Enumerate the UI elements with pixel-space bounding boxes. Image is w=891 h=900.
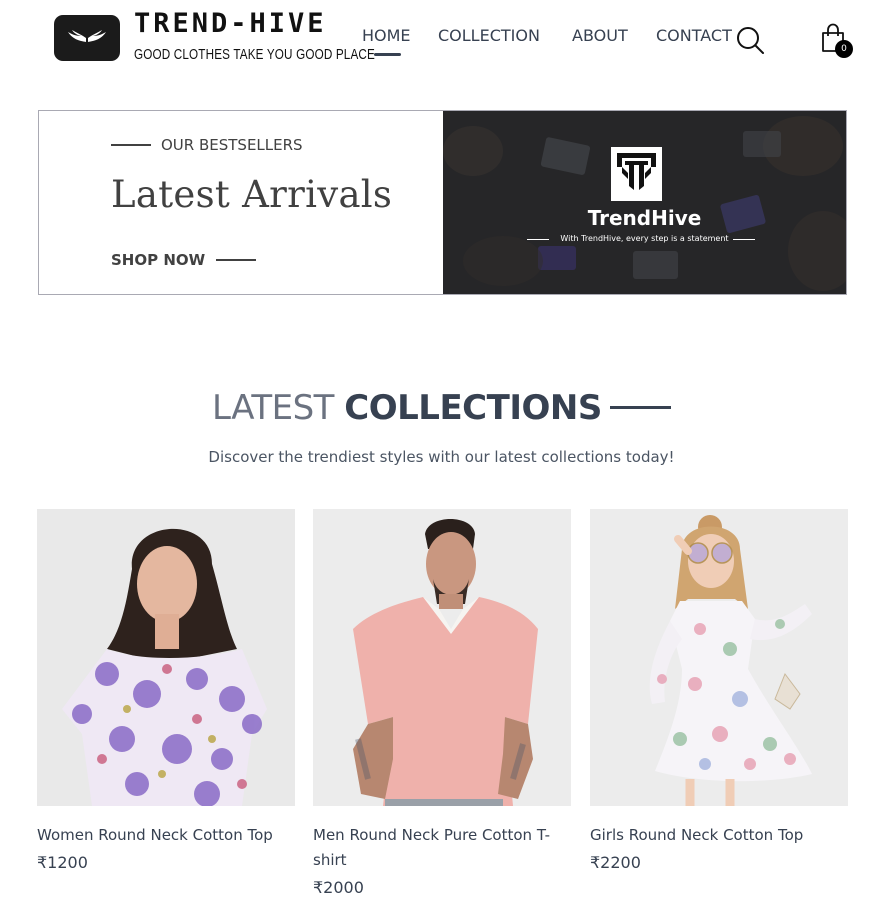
product-name[interactable]: Men Round Neck Pure Cotton T-shirt bbox=[313, 823, 571, 873]
shop-now-line bbox=[216, 259, 256, 261]
product-photo-girls-dress bbox=[590, 509, 848, 806]
product-card[interactable]: Men Round Neck Pure Cotton T-shirt ₹2000 bbox=[313, 509, 571, 897]
brand-tagline: GOOD CLOTHES TAKE YOU GOOD PLACE bbox=[134, 46, 376, 63]
product-photo-women-top bbox=[37, 509, 295, 806]
banner-tagline: With TrendHive, every step is a statemen… bbox=[560, 234, 729, 243]
nav-collection[interactable]: COLLECTION bbox=[438, 26, 540, 45]
shop-now-link[interactable]: SHOP NOW bbox=[111, 251, 205, 269]
cart-count-badge: 0 bbox=[835, 40, 853, 58]
eyebrow-line bbox=[111, 144, 151, 146]
section-title-light: LATEST bbox=[212, 388, 334, 428]
section-title: LATEST COLLECTIONS bbox=[212, 388, 602, 428]
product-image[interactable] bbox=[313, 509, 571, 806]
hero-background-photo bbox=[443, 111, 846, 294]
section-title-line bbox=[610, 406, 671, 409]
product-price: ₹2200 bbox=[590, 853, 641, 872]
product-image[interactable] bbox=[590, 509, 848, 806]
brand-name[interactable]: TREND-HIVE bbox=[134, 8, 327, 39]
wings-icon bbox=[68, 30, 106, 42]
hero-image-panel: TrendHive With TrendHive, every step is … bbox=[443, 111, 846, 294]
product-card[interactable]: Women Round Neck Cotton Top ₹1200 bbox=[37, 509, 295, 872]
product-name[interactable]: Women Round Neck Cotton Top bbox=[37, 823, 295, 848]
nav-about[interactable]: ABOUT bbox=[572, 26, 628, 45]
product-price: ₹2000 bbox=[313, 878, 364, 897]
trendhive-monogram-icon bbox=[611, 147, 662, 201]
product-name[interactable]: Girls Round Neck Cotton Top bbox=[590, 823, 848, 848]
nav-active-indicator bbox=[374, 53, 401, 56]
product-card[interactable]: Girls Round Neck Cotton Top ₹2200 bbox=[590, 509, 848, 872]
search-icon[interactable] bbox=[736, 26, 766, 60]
banner-brand: TrendHive bbox=[587, 206, 702, 230]
hero-eyebrow: OUR BESTSELLERS bbox=[161, 136, 303, 154]
nav-home[interactable]: HOME bbox=[362, 26, 411, 45]
section-subtitle: Discover the trendiest styles with our l… bbox=[208, 448, 675, 466]
section-title-bold: COLLECTIONS bbox=[344, 388, 602, 428]
banner-tag-line-right bbox=[733, 239, 755, 240]
nav-contact[interactable]: CONTACT bbox=[656, 26, 732, 45]
product-photo-men-tshirt bbox=[313, 509, 571, 806]
hero-banner: OUR BESTSELLERS Latest Arrivals SHOP NOW bbox=[38, 110, 847, 295]
product-image[interactable] bbox=[37, 509, 295, 806]
product-price: ₹1200 bbox=[37, 853, 88, 872]
logo[interactable] bbox=[54, 15, 120, 61]
hero-text-panel: OUR BESTSELLERS Latest Arrivals SHOP NOW bbox=[39, 111, 443, 294]
hero-title: Latest Arrivals bbox=[111, 173, 393, 216]
